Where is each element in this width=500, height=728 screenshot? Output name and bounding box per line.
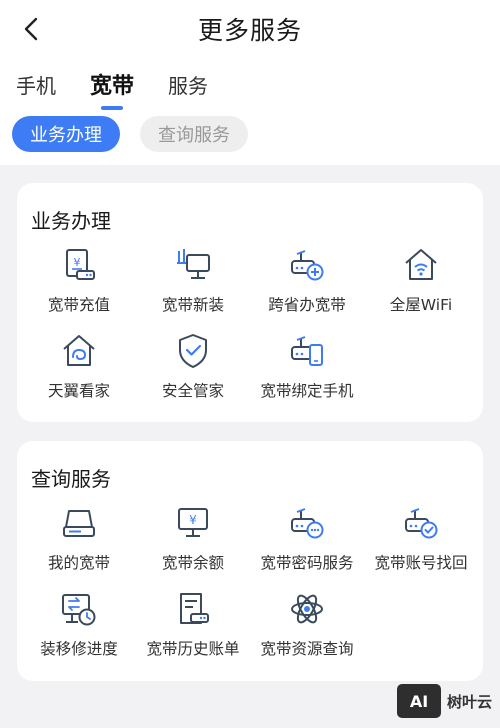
router-check-icon bbox=[405, 508, 438, 539]
tab-broadband[interactable]: 宽带 bbox=[90, 68, 134, 106]
svg-text:¥: ¥ bbox=[74, 256, 81, 269]
chip-query[interactable]: 查询服务 bbox=[140, 116, 248, 152]
grid-item-label: 跨省办宽带 bbox=[268, 296, 346, 314]
grid-item-label: 宽带资源查询 bbox=[260, 640, 354, 658]
watermark-logo: AI bbox=[396, 684, 441, 718]
grid-item-bill-history[interactable]: 宽带历史账单 bbox=[135, 589, 251, 659]
grid-item-my-broadband[interactable]: 我的宽带 bbox=[21, 503, 137, 573]
grid-item-account-recovery[interactable]: 宽带账号找回 bbox=[363, 503, 479, 573]
back-button[interactable] bbox=[16, 14, 46, 44]
shield-check-icon bbox=[179, 334, 207, 368]
grid-item-label: 宽带余额 bbox=[161, 554, 224, 572]
grid-item-security[interactable]: 安全管家 bbox=[135, 331, 251, 401]
home-camera-icon bbox=[63, 335, 95, 366]
grid-item-cross-province[interactable]: 跨省办宽带 bbox=[249, 245, 365, 315]
grid-item-label: 全屋WiFi bbox=[389, 296, 453, 314]
watermark: AI 树叶云 bbox=[396, 684, 492, 718]
grid-item-home-camera[interactable]: 天翼看家 bbox=[21, 331, 137, 401]
grid-item-label: 宽带充值 bbox=[47, 296, 110, 314]
grid-item-label: 宽带历史账单 bbox=[146, 640, 240, 658]
router-password-icon bbox=[291, 508, 324, 539]
section-title: 业务办理 bbox=[31, 209, 111, 233]
broadband-install-icon bbox=[177, 249, 210, 279]
page-title: 更多服务 bbox=[197, 16, 302, 45]
grid-item-balance[interactable]: ¥ 宽带余额 bbox=[135, 503, 251, 573]
watermark-text: 树叶云 bbox=[446, 692, 492, 711]
broadband-topup-icon: ¥ bbox=[66, 249, 95, 280]
atom-icon bbox=[291, 594, 323, 624]
grid-item-home-wifi[interactable]: 全屋WiFi bbox=[363, 245, 479, 315]
header: 更多服务 bbox=[0, 0, 500, 58]
grid-item-label: 我的宽带 bbox=[47, 554, 110, 572]
top-panel: 更多服务 手机 宽带 服务 业务办理 查询服务 bbox=[0, 0, 500, 165]
chip-bar: 业务办理 查询服务 bbox=[12, 116, 248, 152]
grid-item-broadband-install[interactable]: 宽带新装 bbox=[135, 245, 251, 315]
query-section: 查询服务 我的宽带 ¥ 宽带余额 宽带密码服务 宽带账号找回 装移修进度 宽带历… bbox=[17, 441, 483, 681]
chip-business[interactable]: 业务办理 bbox=[12, 116, 120, 152]
grid-item-label: 安全管家 bbox=[161, 382, 224, 400]
bill-icon bbox=[180, 593, 209, 624]
grid-item-label: 宽带密码服务 bbox=[260, 554, 354, 572]
chevron-left-icon bbox=[24, 17, 38, 41]
grid-item-progress[interactable]: 装移修进度 bbox=[21, 589, 137, 659]
grid-item-password[interactable]: 宽带密码服务 bbox=[249, 503, 365, 573]
home-wifi-icon bbox=[405, 249, 437, 280]
grid-item-bind-phone[interactable]: 宽带绑定手机 bbox=[249, 331, 365, 401]
cross-province-router-icon bbox=[291, 250, 324, 281]
grid-item-label: 天翼看家 bbox=[47, 382, 110, 400]
tab-service[interactable]: 服务 bbox=[168, 70, 208, 108]
business-section: 业务办理 ¥ 宽带充值 宽带新装 跨省办宽带 全屋WiFi 天翼看家 安全管家 … bbox=[17, 183, 483, 422]
monitor-clock-icon bbox=[62, 594, 96, 626]
monitor-yen-icon: ¥ bbox=[178, 508, 208, 537]
grid-item-label: 宽带绑定手机 bbox=[260, 382, 354, 400]
grid-item-resource-query[interactable]: 宽带资源查询 bbox=[249, 589, 365, 659]
tab-phone[interactable]: 手机 bbox=[16, 70, 56, 108]
grid-item-broadband-topup[interactable]: ¥ 宽带充值 bbox=[21, 245, 137, 315]
grid-item-label: 装移修进度 bbox=[40, 640, 118, 658]
tab-bar: 手机 宽带 服务 bbox=[16, 70, 242, 108]
router-icon bbox=[63, 510, 95, 537]
section-title: 查询服务 bbox=[31, 467, 111, 491]
grid-item-label: 宽带新装 bbox=[161, 296, 224, 314]
svg-text:¥: ¥ bbox=[189, 513, 197, 527]
grid-item-label: 宽带账号找回 bbox=[374, 554, 468, 572]
router-phone-icon bbox=[291, 336, 323, 366]
